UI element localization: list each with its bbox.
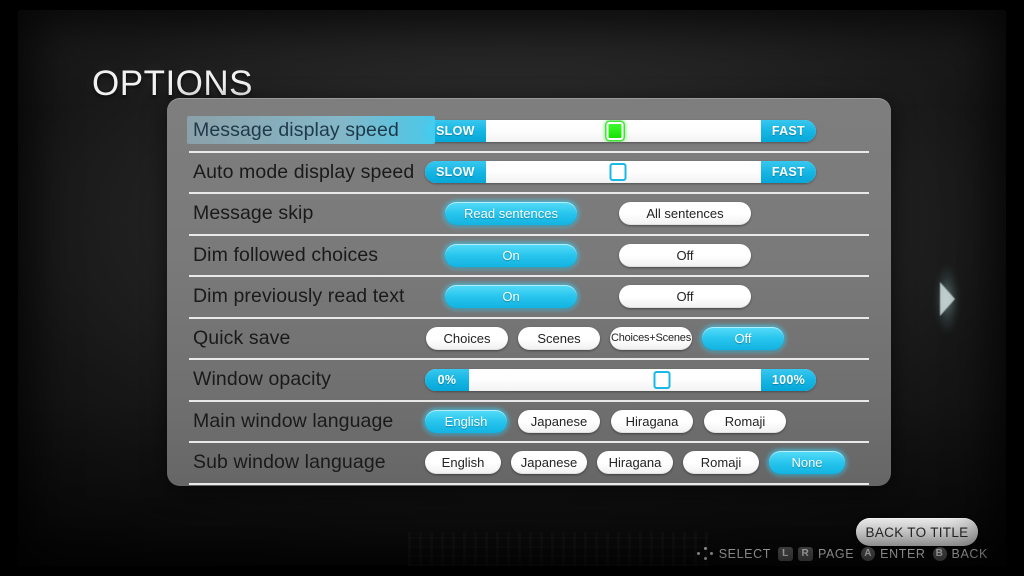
choice-dim-followed-choices-1[interactable]: Off: [619, 243, 751, 267]
screen-backdrop: OPTIONS Message display speed SLOW FAST Aut…: [18, 10, 1006, 566]
option-row-message-display-speed[interactable]: Message display speed SLOW FAST: [187, 111, 869, 153]
choice-quick-save-2[interactable]: Choices+Scenes: [610, 326, 692, 350]
option-row-message-skip[interactable]: Message skip Read sentences All sentences: [189, 194, 869, 236]
chevron-right-icon: [940, 282, 955, 316]
choice-quick-save-3[interactable]: Off: [702, 326, 784, 350]
choice-message-skip-0[interactable]: Read sentences: [445, 202, 577, 226]
hint-enter: A ENTER: [861, 546, 926, 561]
option-control-main-window-language: English Japanese Hiragana Romaji: [425, 402, 869, 442]
slider-max-label-auto-mode-display-speed: FAST: [760, 161, 816, 184]
slider-auto-mode-display-speed[interactable]: SLOW FAST: [425, 161, 816, 184]
choice-dim-followed-choices-0[interactable]: On: [445, 243, 577, 267]
option-label-sub-window-language: Sub window language: [193, 451, 386, 474]
choice-sub-window-language-1[interactable]: Japanese: [511, 451, 587, 475]
button-key-a: A: [861, 546, 876, 561]
slider-max-label-window-opacity: 100%: [760, 368, 816, 391]
option-label-dim-previously-read-text: Dim previously read text: [193, 285, 405, 308]
choice-sub-window-language-4[interactable]: None: [769, 451, 845, 475]
option-row-quick-save[interactable]: Quick save Choices Scenes Choices+Scenes Off: [189, 319, 869, 360]
hint-select: SELECT: [697, 546, 771, 561]
choice-main-window-language-1[interactable]: Japanese: [518, 409, 600, 433]
hint-label: ENTER: [880, 546, 926, 561]
back-to-title-button[interactable]: BACK TO TITLE: [856, 518, 978, 546]
choice-main-window-language-0[interactable]: English: [425, 409, 507, 433]
option-control-sub-window-language: English Japanese Hiragana Romaji None: [425, 443, 869, 483]
option-label-message-skip: Message skip: [193, 202, 314, 225]
option-control-window-opacity: 0% 100%: [425, 360, 869, 400]
option-label-window-opacity: Window opacity: [193, 368, 331, 391]
hint-label: BACK: [951, 546, 988, 561]
hint-back: B BACK: [932, 546, 988, 561]
slider-handle-window-opacity[interactable]: [653, 370, 671, 389]
slider-message-display-speed[interactable]: SLOW FAST: [425, 119, 816, 142]
option-label-dim-followed-choices: Dim followed choices: [193, 243, 379, 266]
choice-group-message-skip: Read sentences All sentences: [425, 202, 751, 226]
slider-min-label-auto-mode-display-speed: SLOW: [425, 161, 486, 184]
slider-window-opacity[interactable]: 0% 100%: [425, 368, 816, 391]
choice-group-quick-save: Choices Scenes Choices+Scenes Off: [425, 326, 784, 350]
option-control-message-display-speed: SLOW FAST: [425, 111, 869, 151]
game-screen: OPTIONS Message display speed SLOW FAST Aut…: [0, 0, 1024, 576]
choice-quick-save-1[interactable]: Scenes: [518, 326, 600, 350]
option-control-message-skip: Read sentences All sentences: [425, 194, 869, 234]
choice-sub-window-language-0[interactable]: English: [425, 451, 501, 475]
option-label-main-window-language: Main window language: [193, 409, 394, 432]
next-page-arrow[interactable]: [924, 252, 970, 346]
choice-main-window-language-3[interactable]: Romaji: [704, 409, 786, 433]
option-control-dim-followed-choices: On Off: [425, 236, 869, 276]
hint-label: SELECT: [718, 546, 771, 561]
option-control-quick-save: Choices Scenes Choices+Scenes Off: [425, 319, 869, 359]
choice-main-window-language-2[interactable]: Hiragana: [611, 409, 693, 433]
choice-group-main-window-language: English Japanese Hiragana Romaji: [425, 409, 786, 433]
hint-label: PAGE: [817, 546, 855, 561]
choice-sub-window-language-3[interactable]: Romaji: [683, 451, 759, 475]
choice-dim-previously-read-text-1[interactable]: Off: [619, 285, 751, 309]
controller-hint-bar: SELECT L R PAGE A ENTER B BACK: [697, 546, 988, 561]
option-control-auto-mode-display-speed: SLOW FAST: [425, 153, 869, 193]
option-label-quick-save: Quick save: [193, 326, 291, 349]
slider-min-label-window-opacity: 0%: [425, 368, 469, 391]
choice-group-dim-followed-choices: On Off: [425, 243, 751, 267]
slider-track-window-opacity[interactable]: [469, 368, 761, 391]
dpad-icon: [697, 546, 714, 561]
options-panel: Message display speed SLOW FAST Auto mode d…: [167, 98, 891, 486]
button-key-b: B: [932, 546, 947, 561]
option-row-sub-window-language[interactable]: Sub window language English Japanese Hiraga…: [189, 443, 869, 485]
hint-page: L R PAGE: [777, 546, 855, 561]
slider-track-auto-mode-display-speed[interactable]: [485, 161, 761, 184]
option-row-dim-previously-read-text[interactable]: Dim previously read text On Off: [189, 277, 869, 319]
slider-track-message-display-speed[interactable]: [485, 119, 761, 142]
slider-handle-message-display-speed[interactable]: [606, 121, 624, 140]
button-key-l: L: [777, 546, 793, 561]
background-texture: [408, 532, 708, 566]
slider-max-label-message-display-speed: FAST: [760, 119, 816, 142]
choice-dim-previously-read-text-0[interactable]: On: [445, 285, 577, 309]
choice-group-dim-previously-read-text: On Off: [425, 285, 751, 309]
option-label-message-display-speed: Message display speed: [187, 116, 435, 145]
option-control-dim-previously-read-text: On Off: [425, 277, 869, 317]
option-row-dim-followed-choices[interactable]: Dim followed choices On Off: [189, 236, 869, 277]
choice-quick-save-0[interactable]: Choices: [426, 326, 508, 350]
choice-sub-window-language-2[interactable]: Hiragana: [597, 451, 673, 475]
option-label-auto-mode-display-speed: Auto mode display speed: [193, 160, 415, 183]
slider-handle-auto-mode-display-speed[interactable]: [609, 163, 627, 182]
option-row-auto-mode-display-speed[interactable]: Auto mode display speed SLOW FAST: [189, 153, 869, 194]
option-row-window-opacity[interactable]: Window opacity 0% 100%: [189, 360, 869, 402]
button-key-r: R: [797, 546, 813, 561]
option-row-main-window-language[interactable]: Main window language English Japanese Hirag…: [189, 402, 869, 443]
choice-group-sub-window-language: English Japanese Hiragana Romaji None: [425, 451, 845, 475]
choice-message-skip-1[interactable]: All sentences: [619, 202, 751, 226]
options-list: Message display speed SLOW FAST Auto mode d…: [167, 111, 891, 485]
